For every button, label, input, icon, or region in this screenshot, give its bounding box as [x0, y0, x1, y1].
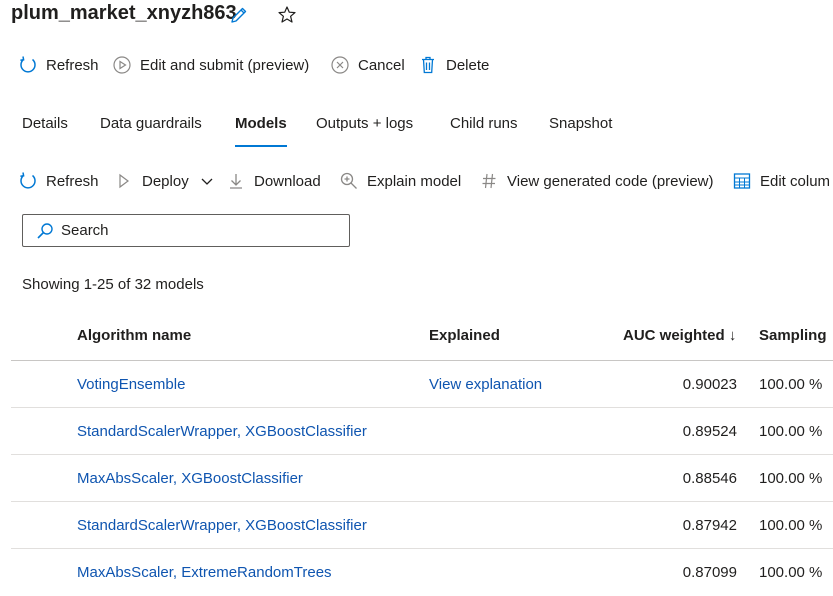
delete-label: Delete	[446, 56, 490, 74]
auc-value: 0.87942	[682, 517, 737, 534]
algorithm-link[interactable]: StandardScalerWrapper, XGBoostClassifier	[77, 502, 367, 549]
algorithm-link[interactable]: MaxAbsScaler, ExtremeRandomTrees	[77, 549, 332, 596]
delete-button[interactable]: Delete	[418, 55, 489, 75]
refresh-models-label: Refresh	[46, 172, 99, 190]
sampling-value: 100.00 %	[759, 517, 823, 534]
sampling-value: 100.00 %	[759, 376, 823, 393]
view-generated-code-label: View generated code (preview)	[507, 172, 714, 190]
table-row: StandardScalerWrapper, XGBoostClassifier…	[11, 408, 833, 455]
algorithm-link[interactable]: VotingEnsemble	[77, 361, 185, 408]
tab-data-guardrails[interactable]: Data guardrails	[100, 115, 202, 132]
refresh-icon	[18, 171, 38, 191]
sampling-value: 100.00 %	[759, 470, 823, 487]
sampling-value: 100.00 %	[759, 423, 823, 440]
table-row: MaxAbsScaler, XGBoostClassifier 0.88546 …	[11, 455, 833, 502]
page-title: plum_market_xnyzh863	[11, 2, 237, 24]
cancel-label: Cancel	[358, 56, 405, 74]
refresh-models-button[interactable]: Refresh	[18, 171, 99, 191]
tab-child-runs[interactable]: Child runs	[450, 115, 518, 132]
auc-value: 0.88546	[682, 470, 737, 487]
hash-icon	[479, 171, 499, 191]
column-header-sampling[interactable]: Sampling	[759, 327, 827, 344]
tab-outputs-logs[interactable]: Outputs + logs	[316, 115, 413, 132]
deploy-button[interactable]: Deploy	[114, 171, 217, 191]
chevron-down-icon	[197, 171, 217, 191]
tab-details[interactable]: Details	[22, 115, 68, 132]
cancel-circle-icon	[330, 55, 350, 75]
column-header-explained[interactable]: Explained	[429, 327, 500, 344]
cancel-button[interactable]: Cancel	[330, 55, 405, 75]
view-explanation-link[interactable]: View explanation	[429, 361, 542, 408]
trash-icon	[418, 55, 438, 75]
search-input[interactable]	[59, 221, 333, 240]
edit-columns-icon	[732, 171, 752, 191]
auc-value: 0.87099	[682, 564, 737, 581]
play-circle-icon	[112, 55, 132, 75]
download-button[interactable]: Download	[226, 171, 321, 191]
view-generated-code-button[interactable]: View generated code (preview)	[479, 171, 714, 191]
sampling-value: 100.00 %	[759, 564, 823, 581]
auc-value: 0.90023	[682, 376, 737, 393]
edit-columns-button[interactable]: Edit colum	[732, 171, 830, 191]
algorithm-link[interactable]: StandardScalerWrapper, XGBoostClassifier	[77, 408, 367, 455]
explain-icon	[339, 171, 359, 191]
table-row: StandardScalerWrapper, XGBoostClassifier…	[11, 502, 833, 549]
download-label: Download	[254, 172, 321, 190]
active-tab-indicator	[235, 145, 287, 147]
pencil-edit-icon[interactable]	[228, 4, 250, 26]
column-header-auc-weighted[interactable]: AUC weighted ↓	[623, 327, 736, 344]
edit-columns-label: Edit colum	[760, 172, 831, 190]
deploy-label: Deploy	[142, 172, 189, 190]
star-icon[interactable]	[276, 4, 298, 26]
refresh-run-button[interactable]: Refresh	[18, 55, 99, 75]
algorithm-link[interactable]: MaxAbsScaler, XGBoostClassifier	[77, 455, 303, 502]
edit-and-submit-button[interactable]: Edit and submit (preview)	[112, 55, 309, 75]
deploy-icon	[114, 171, 134, 191]
auc-value: 0.89524	[682, 423, 737, 440]
refresh-icon	[18, 55, 38, 75]
table-row: MaxAbsScaler, ExtremeRandomTrees 0.87099…	[11, 549, 833, 596]
tab-models[interactable]: Models	[235, 115, 287, 132]
search-box[interactable]	[22, 214, 350, 247]
search-icon	[35, 221, 55, 241]
refresh-run-label: Refresh	[46, 56, 99, 74]
download-icon	[226, 171, 246, 191]
results-count: Showing 1-25 of 32 models	[22, 276, 204, 293]
explain-model-label: Explain model	[367, 172, 462, 190]
column-header-algorithm[interactable]: Algorithm name	[77, 327, 191, 344]
explain-model-button[interactable]: Explain model	[339, 171, 461, 191]
edit-and-submit-label: Edit and submit (preview)	[140, 56, 310, 74]
tab-snapshot[interactable]: Snapshot	[549, 115, 612, 132]
table-row: VotingEnsemble View explanation 0.90023 …	[11, 361, 833, 408]
